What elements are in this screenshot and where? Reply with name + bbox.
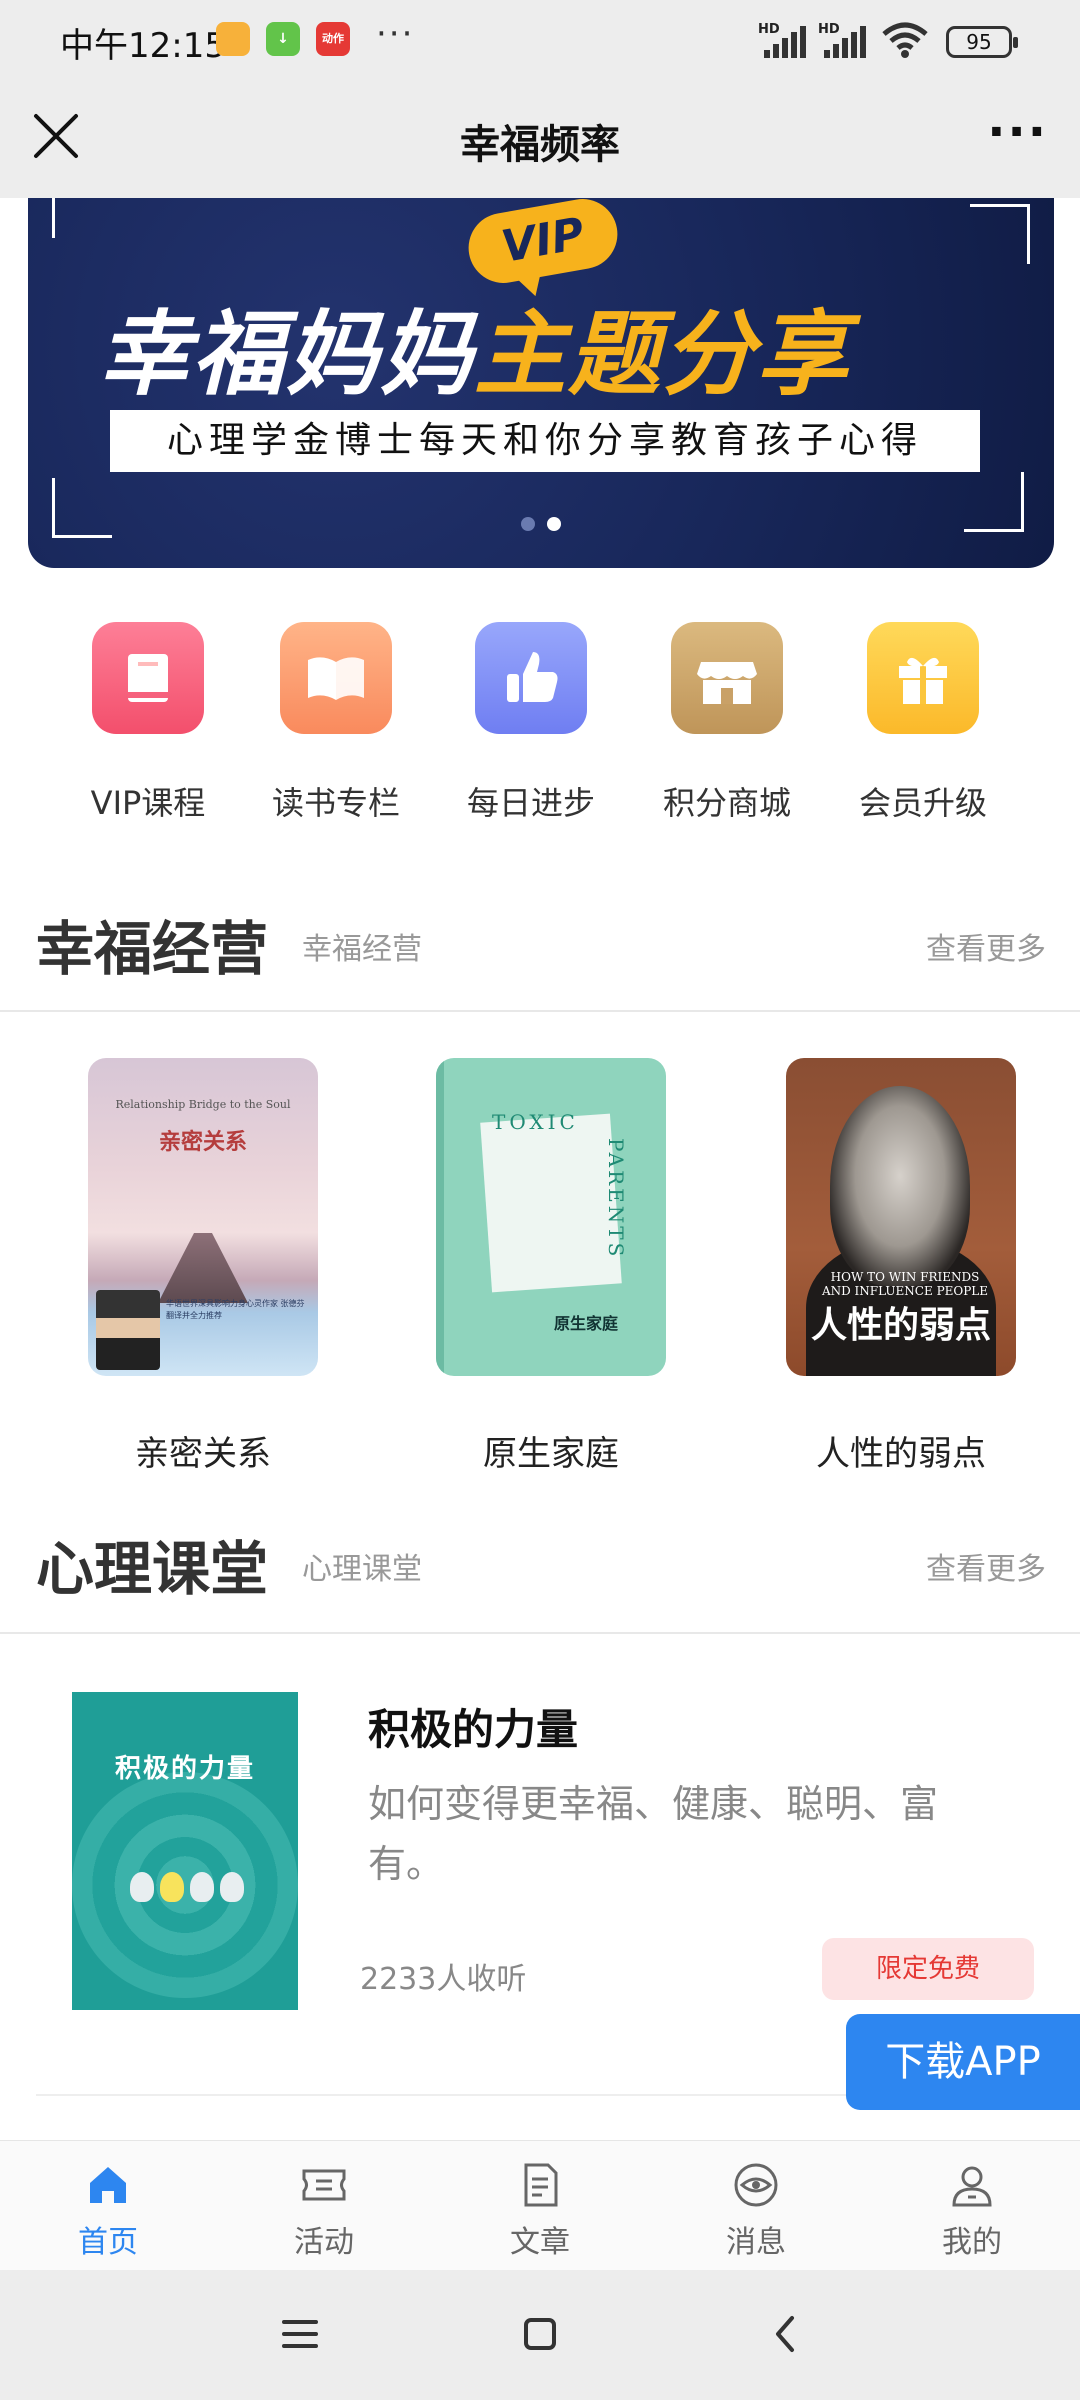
book-card[interactable]: TOXIC PARENTS 原生家庭 原生家庭 — [436, 1058, 666, 1475]
book-cover: Relationship Bridge to the Soul 亲密关系 华语世… — [88, 1058, 318, 1376]
book-card[interactable]: HOW TO WIN FRIENDS AND INFLUENCE PEOPLE … — [786, 1058, 1016, 1475]
wifi-icon — [882, 22, 928, 58]
promo-banner[interactable]: VIP 幸福妈妈主题分享 心理学金博士每天和你分享教育孩子心得 — [28, 198, 1054, 568]
document-icon — [524, 2163, 558, 2207]
cover-english-title: PARENTS — [604, 1138, 628, 1260]
course-cover: 积极的力量 — [72, 1692, 298, 2010]
section-title: 心理课堂 — [36, 1535, 269, 1603]
battery-indicator: 95 — [946, 26, 1018, 58]
banner-subtitle: 心理学金博士每天和你分享教育孩子心得 — [110, 410, 980, 472]
course-title: 积极的力量 — [368, 1705, 579, 1754]
course-cover-title: 积极的力量 — [114, 1754, 255, 1784]
cover-english-title: HOW TO WIN FRIENDS AND INFLUENCE PEOPLE — [821, 1270, 989, 1298]
vip-badge: VIP — [463, 198, 623, 289]
cover-blurb: 华语世界深具影响力身心灵作家 张德芬 翻译并全力推荐 — [166, 1299, 305, 1320]
home-button-icon[interactable] — [520, 2314, 560, 2354]
tab-articles[interactable]: 文章 — [470, 2161, 610, 2261]
quick-menu-label: 读书专栏 — [271, 784, 400, 822]
view-more-link[interactable]: 查看更多 — [926, 1544, 1046, 1588]
tab-label: 我的 — [942, 2225, 1002, 2260]
section-subtitle: 心理课堂 — [302, 1552, 422, 1587]
carousel-indicator — [28, 516, 1054, 535]
signal-hd-label: HD — [818, 22, 840, 37]
shop-icon — [671, 622, 783, 734]
quick-menu-label: 每日进步 — [466, 784, 595, 822]
tab-home[interactable]: 首页 — [38, 2161, 178, 2261]
carousel-dot-active[interactable] — [547, 517, 561, 531]
more-options-icon[interactable]: ··· — [987, 104, 1048, 160]
menu-icon[interactable] — [280, 2314, 320, 2354]
quick-menu-points-mall[interactable]: 积分商城 — [642, 622, 812, 824]
section-title: 幸福经营 — [36, 915, 269, 983]
quick-menu-label: VIP课程 — [90, 784, 206, 822]
open-book-icon — [280, 622, 392, 734]
signal-hd-label: HD — [758, 22, 780, 37]
status-time: 中午12:15 — [60, 26, 226, 66]
download-app-button[interactable]: 下载APP — [846, 2014, 1080, 2110]
carousel-dot[interactable] — [521, 517, 535, 531]
download-notification-icon: ↓ — [266, 22, 300, 56]
banner-title: 幸福妈妈主题分享 — [98, 280, 850, 413]
section-subtitle: 幸福经营 — [302, 932, 422, 967]
book-title: 人性的弱点 — [816, 1434, 986, 1474]
section-header-happiness: 幸福经营 幸福经营 查看更多 — [0, 888, 1080, 998]
status-bar: 中午12:15 ↓ 动作 ··· HD HD 95 — [0, 0, 1080, 84]
signal-icon: HD — [818, 22, 870, 58]
book-title: 原生家庭 — [483, 1434, 619, 1474]
cover-english-title: Relationship Bridge to the Soul — [115, 1098, 291, 1111]
book-icon — [92, 622, 204, 734]
title-bar: 幸福频率 ··· — [0, 84, 1080, 198]
free-badge: 限定免费 — [822, 1938, 1034, 2000]
quick-menu: VIP课程 读书专栏 每日进步 积分商城 会员升级 — [0, 622, 1080, 842]
banner-title-yellow: 主题分享 — [474, 301, 851, 408]
ticket-icon — [302, 2169, 346, 2201]
more-notifications-icon: ··· — [376, 14, 415, 54]
system-navigation-bar — [0, 2270, 1080, 2400]
signal-icon: HD — [758, 22, 810, 58]
listener-count: 2233人收听 — [360, 1962, 527, 1997]
tab-profile[interactable]: 我的 — [902, 2161, 1042, 2261]
thumbs-up-icon — [475, 622, 587, 734]
quick-menu-label: 会员升级 — [858, 784, 987, 822]
book-cover: TOXIC PARENTS 原生家庭 — [436, 1058, 666, 1376]
section-header-psychology: 心理课堂 心理课堂 查看更多 — [0, 1508, 1080, 1618]
cover-english-title: TOXIC — [492, 1110, 579, 1134]
page-title: 幸福频率 — [460, 122, 620, 168]
book-title: 亲密关系 — [135, 1434, 271, 1474]
eye-icon — [734, 2163, 778, 2207]
cover-chinese-title: 原生家庭 — [554, 1314, 619, 1333]
course-description: 如何变得更幸福、健康、聪明、富有。 — [368, 1782, 939, 1886]
book-cover: HOW TO WIN FRIENDS AND INFLUENCE PEOPLE … — [786, 1058, 1016, 1376]
bottom-tab-bar: 首页 活动 文章 消息 我的 — [0, 2140, 1080, 2270]
quick-menu-daily-progress[interactable]: 每日进步 — [446, 622, 616, 824]
quick-menu-vip-courses[interactable]: VIP课程 — [63, 622, 233, 824]
back-icon[interactable] — [766, 2314, 806, 2354]
quick-menu-member-upgrade[interactable]: 会员升级 — [838, 622, 1008, 824]
banner-title-white: 幸福妈妈 — [98, 301, 475, 408]
user-icon — [952, 2166, 992, 2207]
notification-app-icon — [216, 22, 250, 56]
tab-messages[interactable]: 消息 — [686, 2161, 826, 2261]
quick-menu-label: 积分商城 — [662, 784, 791, 822]
tab-activity[interactable]: 活动 — [254, 2161, 394, 2261]
quick-menu-reading-column[interactable]: 读书专栏 — [251, 622, 421, 824]
home-icon — [90, 2167, 126, 2203]
tab-label: 活动 — [294, 2225, 354, 2260]
notification-app-icon: 动作 — [316, 22, 350, 56]
view-more-link[interactable]: 查看更多 — [926, 924, 1046, 968]
divider — [0, 1010, 1080, 1012]
tab-label: 首页 — [78, 2225, 138, 2260]
cover-chinese-title: 亲密关系 — [158, 1129, 247, 1155]
divider — [0, 1632, 1080, 1634]
cover-chinese-title: 人性的弱点 — [810, 1304, 991, 1346]
tab-label: 消息 — [726, 2225, 786, 2260]
book-card[interactable]: Relationship Bridge to the Soul 亲密关系 华语世… — [88, 1058, 318, 1475]
gift-icon — [867, 622, 979, 734]
tab-label: 文章 — [510, 2225, 570, 2260]
